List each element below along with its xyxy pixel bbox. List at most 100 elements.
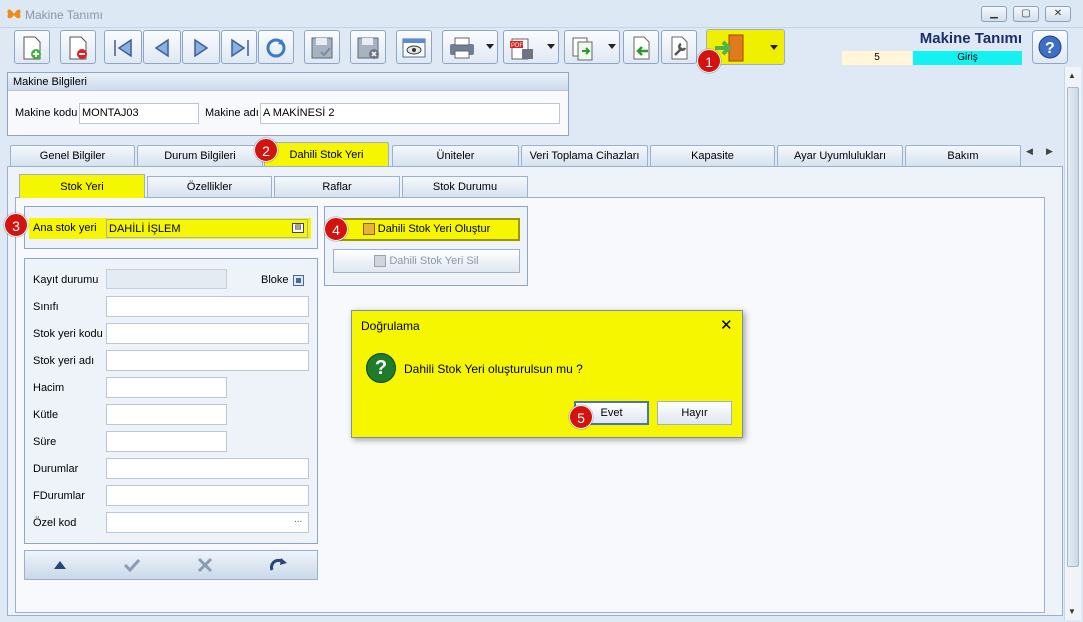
refresh-icon — [266, 38, 286, 58]
new-record-button[interactable] — [14, 30, 50, 64]
first-record-button[interactable] — [104, 30, 142, 64]
import-icon — [633, 36, 650, 60]
navigator-bar — [24, 550, 318, 580]
chevron-down-icon — [547, 44, 555, 49]
export-button[interactable] — [564, 30, 620, 64]
tab-internal-stock[interactable]: Dahili Stok Yeri — [264, 142, 389, 166]
machine-code-label: Makine kodu — [15, 107, 78, 119]
tab-scroll-right-icon[interactable]: ▶ — [1046, 146, 1053, 157]
up-arrow-icon[interactable] — [53, 559, 67, 571]
dialog-message: Dahili Stok Yeri oluşturulsun mu ? — [404, 362, 583, 376]
tab-data-collection[interactable]: Veri Toplama Cihazları — [521, 145, 648, 166]
special-code-input[interactable] — [106, 512, 309, 533]
scroll-up-icon[interactable]: ▲ — [1068, 71, 1076, 80]
record-status-input — [106, 269, 227, 289]
new-document-icon — [23, 36, 41, 60]
save-icon — [311, 37, 333, 59]
machine-name-input[interactable]: A MAKİNESİ 2 — [260, 103, 560, 124]
lookup-icon[interactable]: ▤ — [292, 223, 304, 233]
help-button[interactable]: ? — [1032, 30, 1068, 64]
maximize-button[interactable]: ▢ — [1013, 6, 1039, 22]
step-badge-5: 5 — [569, 405, 593, 429]
stock-name-label: Stok yeri adı — [33, 355, 95, 367]
question-icon: ? — [366, 353, 396, 383]
window-title: Makine Tanımı — [25, 8, 103, 22]
chevron-down-icon — [486, 44, 494, 49]
special-code-label: Özel kod — [33, 517, 77, 529]
main-stock-label: Ana stok yeri — [33, 222, 97, 234]
create-stock-button[interactable]: Dahili Stok Yeri Oluştur — [333, 218, 520, 241]
class-input[interactable] — [106, 296, 309, 317]
next-record-button[interactable] — [182, 30, 220, 64]
svg-text:?: ? — [1045, 40, 1055, 57]
stock-name-input[interactable] — [106, 350, 309, 371]
subtab-stock-location[interactable]: Stok Yeri — [19, 174, 145, 198]
mass-input[interactable] — [106, 404, 227, 425]
printer-icon — [450, 37, 474, 59]
first-icon — [114, 38, 132, 58]
main-stock-input[interactable]: DAHİLİ İŞLEM — [106, 219, 308, 238]
fstatuses-input[interactable] — [106, 485, 309, 506]
wrench-icon — [671, 36, 688, 60]
tab-scroll-left-icon[interactable]: ◀ — [1026, 146, 1033, 157]
dialog-no-button[interactable]: Hayır — [657, 401, 732, 425]
tab-general[interactable]: Genel Bilgiler — [10, 145, 135, 166]
machine-code-input[interactable]: MONTAJ03 — [79, 103, 199, 124]
refresh-button[interactable] — [258, 30, 294, 64]
step-badge-1: 1 — [697, 49, 721, 73]
ellipsis-button[interactable]: ... — [294, 514, 302, 525]
duration-input[interactable] — [106, 431, 227, 452]
stock-code-input[interactable] — [106, 323, 309, 344]
delete-record-button[interactable] — [60, 30, 96, 64]
tab-settings-compat[interactable]: Ayar Uyumlulukları — [777, 145, 903, 166]
confirm-dialog: Doğrulama ✕ ? Dahili Stok Yeri oluşturul… — [351, 310, 743, 438]
dialog-close-icon[interactable]: ✕ — [720, 316, 733, 334]
tab-units[interactable]: Üniteler — [392, 145, 519, 166]
step-badge-4: 4 — [324, 217, 348, 241]
tab-maintenance[interactable]: Bakım — [905, 145, 1021, 166]
tab-capacity[interactable]: Kapasite — [650, 145, 775, 166]
create-stock-icon — [362, 223, 375, 236]
subtab-properties[interactable]: Özellikler — [147, 176, 272, 197]
group-title: Makine Bilgileri — [8, 73, 568, 91]
help-icon: ? — [1038, 35, 1062, 59]
delete-stock-button[interactable]: Dahili Stok Yeri Sil — [333, 249, 520, 273]
svg-text:PDF: PDF — [511, 43, 523, 49]
save-button[interactable] — [304, 30, 340, 64]
scroll-thumb[interactable] — [1067, 87, 1079, 567]
eye-icon — [402, 38, 426, 58]
subtab-stock-status[interactable]: Stok Durumu — [402, 176, 528, 197]
step-badge-2: 2 — [254, 138, 278, 162]
tab-status[interactable]: Durum Bilgileri — [137, 145, 263, 166]
minimize-button[interactable]: ▁ — [981, 6, 1007, 22]
statuses-label: Durumlar — [33, 463, 79, 475]
import-button[interactable] — [623, 30, 659, 64]
delete-document-icon — [69, 36, 87, 60]
last-icon — [231, 38, 249, 58]
previous-icon — [154, 38, 169, 58]
redo-icon[interactable] — [269, 557, 289, 573]
scroll-down-icon[interactable]: ▼ — [1068, 607, 1076, 616]
class-label: Sınıfı — [33, 301, 59, 313]
cancel-icon[interactable] — [197, 557, 213, 573]
print-button[interactable] — [442, 30, 498, 64]
last-record-button[interactable] — [221, 30, 257, 64]
volume-input[interactable] — [106, 377, 227, 398]
cancel-save-button[interactable] — [350, 30, 386, 64]
previous-record-button[interactable] — [143, 30, 181, 64]
settings-button[interactable] — [661, 30, 697, 64]
record-number: 5 — [842, 51, 912, 65]
butterfly-icon — [7, 9, 21, 19]
close-window-button[interactable]: ✕ — [1045, 6, 1071, 22]
statuses-input[interactable] — [106, 458, 309, 479]
block-label: Bloke — [261, 274, 289, 286]
machine-name-label: Makine adı — [205, 107, 259, 119]
vertical-scrollbar[interactable]: ▲ ▼ — [1064, 67, 1081, 620]
check-icon[interactable] — [123, 558, 141, 572]
export-pdf-button[interactable]: PDF — [503, 30, 559, 64]
block-checkbox[interactable] — [293, 275, 304, 286]
preview-button[interactable] — [396, 30, 432, 64]
cancel-save-icon — [357, 37, 379, 59]
duration-label: Süre — [33, 436, 57, 448]
subtab-shelves[interactable]: Raflar — [274, 176, 400, 197]
